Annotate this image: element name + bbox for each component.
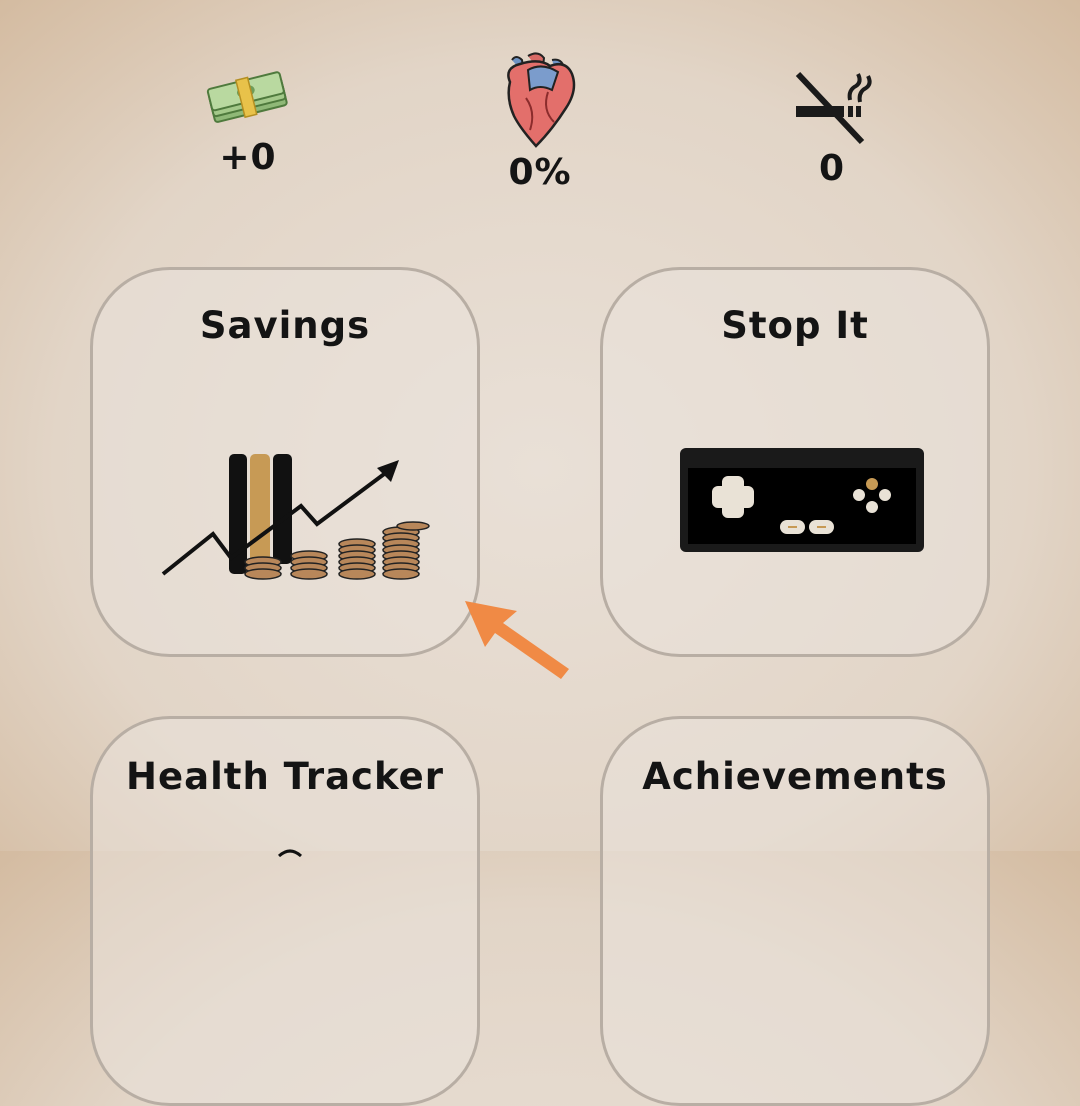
- gamepad-icon: [680, 448, 924, 552]
- savings-title: Savings: [199, 304, 371, 347]
- health-stat: 0%: [440, 52, 640, 193]
- health-tracker-icon: [277, 849, 303, 857]
- cigarettes-stat: 0: [732, 64, 932, 189]
- money-stat: +0: [148, 62, 348, 178]
- pointer-arrow-icon: [465, 601, 569, 679]
- savings-card[interactable]: Savings: [90, 267, 480, 657]
- achievements-title: Achievements: [642, 755, 948, 798]
- stop-it-title: Stop It: [721, 304, 869, 347]
- heart-icon: [507, 52, 576, 148]
- money-stack-icon: [206, 71, 288, 123]
- health-tracker-title: Health Tracker: [126, 755, 444, 798]
- achievements-card[interactable]: Achievements: [600, 716, 990, 1106]
- no-smoking-icon: [795, 71, 872, 145]
- health-value: 0%: [508, 152, 572, 193]
- health-tracker-card[interactable]: Health Tracker: [90, 716, 480, 1106]
- savings-growth-icon: [161, 454, 430, 580]
- stop-it-card[interactable]: Stop It: [600, 267, 990, 657]
- money-value: +0: [219, 137, 277, 178]
- cigarettes-value: 0: [818, 148, 846, 189]
